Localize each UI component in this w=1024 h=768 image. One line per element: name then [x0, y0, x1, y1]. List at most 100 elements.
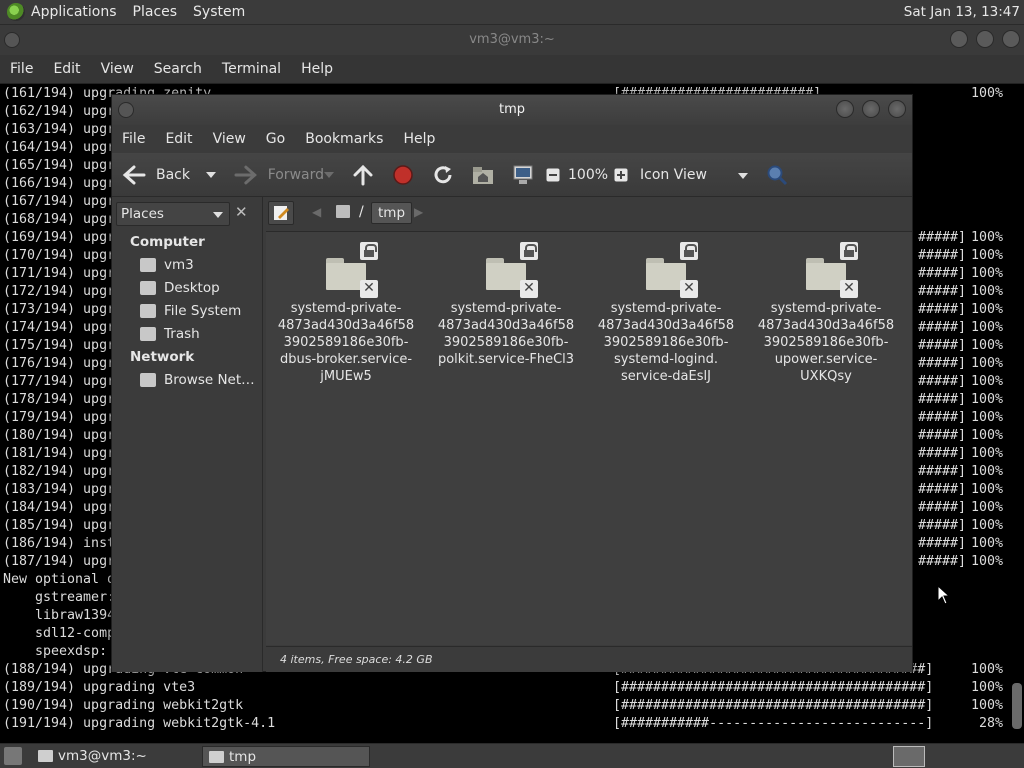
terminal-line-text: (174/194) upgr [3, 320, 116, 335]
fm-menu-help[interactable]: Help [403, 131, 435, 147]
home-folder-icon [473, 166, 493, 184]
computer-button[interactable] [512, 164, 534, 186]
no-access-emblem-icon: ✕ [360, 280, 378, 298]
fm-toolbar: Back Forward 100% Icon View [112, 153, 912, 197]
progress-percent: 100% [970, 248, 1003, 263]
terminal-line-text: (191/194) upgrading webkit2gtk-4.1 [3, 716, 276, 731]
terminal-menu-view[interactable]: View [101, 61, 134, 77]
forward-history-dropdown[interactable] [324, 171, 334, 178]
progress-percent: 100% [970, 680, 1003, 695]
taskbar-item-file-manager[interactable]: tmp [202, 746, 370, 767]
fm-close-icon[interactable] [888, 100, 906, 118]
sidebar-item-trash[interactable]: Trash [140, 326, 200, 342]
terminal-line-text: (165/194) upgr [3, 158, 116, 173]
home-icon [140, 258, 156, 272]
zoom-level: 100% [568, 166, 609, 183]
maximize-icon[interactable] [976, 30, 994, 48]
folder-icon [209, 751, 224, 763]
progress-percent: 100% [970, 482, 1003, 497]
applications-menu[interactable]: Applications [31, 4, 117, 20]
view-mode-select[interactable]: Icon View [640, 167, 749, 183]
path-scroll-left-icon[interactable]: ◀ [312, 205, 321, 219]
fm-titlebar[interactable]: tmp [112, 95, 912, 125]
close-icon[interactable] [1002, 30, 1020, 48]
clock[interactable]: Sat Jan 13, 13:47 [904, 4, 1020, 20]
taskbar-item-terminal[interactable]: vm3@vm3:~ [32, 746, 198, 767]
stop-icon [393, 164, 413, 185]
window-menu-icon[interactable] [4, 32, 20, 48]
fm-maximize-icon[interactable] [862, 100, 880, 118]
progress-percent: 100% [970, 338, 1003, 353]
file-manager-window: tmp File Edit View Go Bookmarks Help Bac… [111, 94, 951, 672]
terminal-scrollbar[interactable] [1012, 683, 1022, 729]
sidebar-item-label: Browse Net… [164, 372, 255, 388]
terminal-line-text: (168/194) upgr [3, 212, 116, 227]
workspace-switcher[interactable] [893, 746, 925, 767]
fm-menu-bookmarks[interactable]: Bookmarks [305, 131, 383, 147]
path-crumb-tmp[interactable]: tmp [371, 202, 413, 224]
distro-logo-icon[interactable] [7, 3, 25, 21]
toggle-location-entry-button[interactable] [268, 201, 294, 225]
file-item[interactable]: ✕ systemd-private- 4873ad430d3a46f58 390… [596, 242, 736, 385]
fm-minimize-icon[interactable] [836, 100, 854, 118]
search-icon [767, 165, 788, 185]
terminal-titlebar[interactable]: vm3@vm3:~ [0, 25, 1024, 55]
folder-icon: ✕ [326, 242, 378, 298]
home-button[interactable] [472, 165, 494, 185]
progress-percent: 100% [970, 230, 1003, 245]
terminal-menu-edit[interactable]: Edit [53, 61, 80, 77]
fm-menubar: File Edit View Go Bookmarks Help [112, 125, 912, 153]
file-item[interactable]: ✕ systemd-private- 4873ad430d3a46f58 390… [756, 242, 896, 385]
sidebar-item-browse-network[interactable]: Browse Net… [140, 372, 255, 388]
terminal-line-text: New optional d [3, 572, 116, 587]
forward-button[interactable]: Forward [234, 164, 324, 186]
progress-percent: 100% [970, 446, 1003, 461]
progress-bar-text: #####] [918, 536, 967, 551]
fm-window-menu-icon[interactable] [118, 102, 134, 118]
sidebar-item-vm3[interactable]: vm3 [140, 257, 194, 273]
system-menu[interactable]: System [193, 4, 245, 20]
reload-button[interactable] [432, 164, 454, 186]
terminal-menu-terminal[interactable]: Terminal [222, 61, 281, 77]
terminal-menu-help[interactable]: Help [301, 61, 333, 77]
terminal-line-text: (162/194) upgr [3, 104, 116, 119]
sidebar-item-file-system[interactable]: File System [140, 303, 241, 319]
up-button[interactable] [352, 164, 374, 186]
no-access-emblem-icon: ✕ [680, 280, 698, 298]
sidebar-item-desktop[interactable]: Desktop [140, 280, 220, 296]
zoom-out-button[interactable] [546, 168, 560, 182]
path-root-label[interactable]: / [359, 204, 364, 220]
taskbar-item-label: vm3@vm3:~ [58, 748, 147, 764]
file-item[interactable]: ✕ systemd-private- 4873ad430d3a46f58 390… [276, 242, 416, 385]
back-button[interactable]: Back [122, 164, 206, 186]
file-item[interactable]: ✕ systemd-private- 4873ad430d3a46f58 390… [436, 242, 576, 368]
show-desktop-icon[interactable] [4, 747, 22, 765]
path-scroll-right-icon[interactable]: ▶ [414, 205, 423, 219]
reload-icon [434, 165, 452, 183]
terminal-line: (191/194) upgrading webkit2gtk-4.1 [#####… [3, 715, 1007, 733]
progress-percent: 100% [970, 284, 1003, 299]
no-access-emblem-icon: ✕ [840, 280, 858, 298]
sidebar-mode-select[interactable]: Places [116, 202, 230, 226]
terminal-menu-file[interactable]: File [10, 61, 33, 77]
search-button[interactable] [766, 164, 788, 186]
back-arrow-icon [122, 165, 146, 184]
stop-button[interactable] [392, 164, 414, 186]
terminal-line-text: speexdsp: [3, 644, 108, 659]
fm-menu-file[interactable]: File [122, 131, 145, 147]
progress-percent: 100% [970, 698, 1003, 713]
progress-percent: 100% [970, 410, 1003, 425]
zoom-in-button[interactable] [614, 168, 628, 182]
terminal-line-text: (173/194) upgr [3, 302, 116, 317]
close-sidebar-icon[interactable]: ✕ [235, 205, 248, 220]
sidebar-item-label: File System [164, 303, 242, 319]
fm-menu-edit[interactable]: Edit [165, 131, 192, 147]
places-menu[interactable]: Places [133, 4, 178, 20]
terminal-menu-search[interactable]: Search [154, 61, 202, 77]
fm-menu-go[interactable]: Go [266, 131, 285, 147]
back-history-dropdown[interactable] [206, 171, 216, 178]
minimize-icon[interactable] [950, 30, 968, 48]
fm-menu-view[interactable]: View [213, 131, 246, 147]
path-root-drive-icon[interactable] [336, 205, 350, 218]
file-icon-view[interactable]: ✕ systemd-private- 4873ad430d3a46f58 390… [266, 231, 951, 645]
